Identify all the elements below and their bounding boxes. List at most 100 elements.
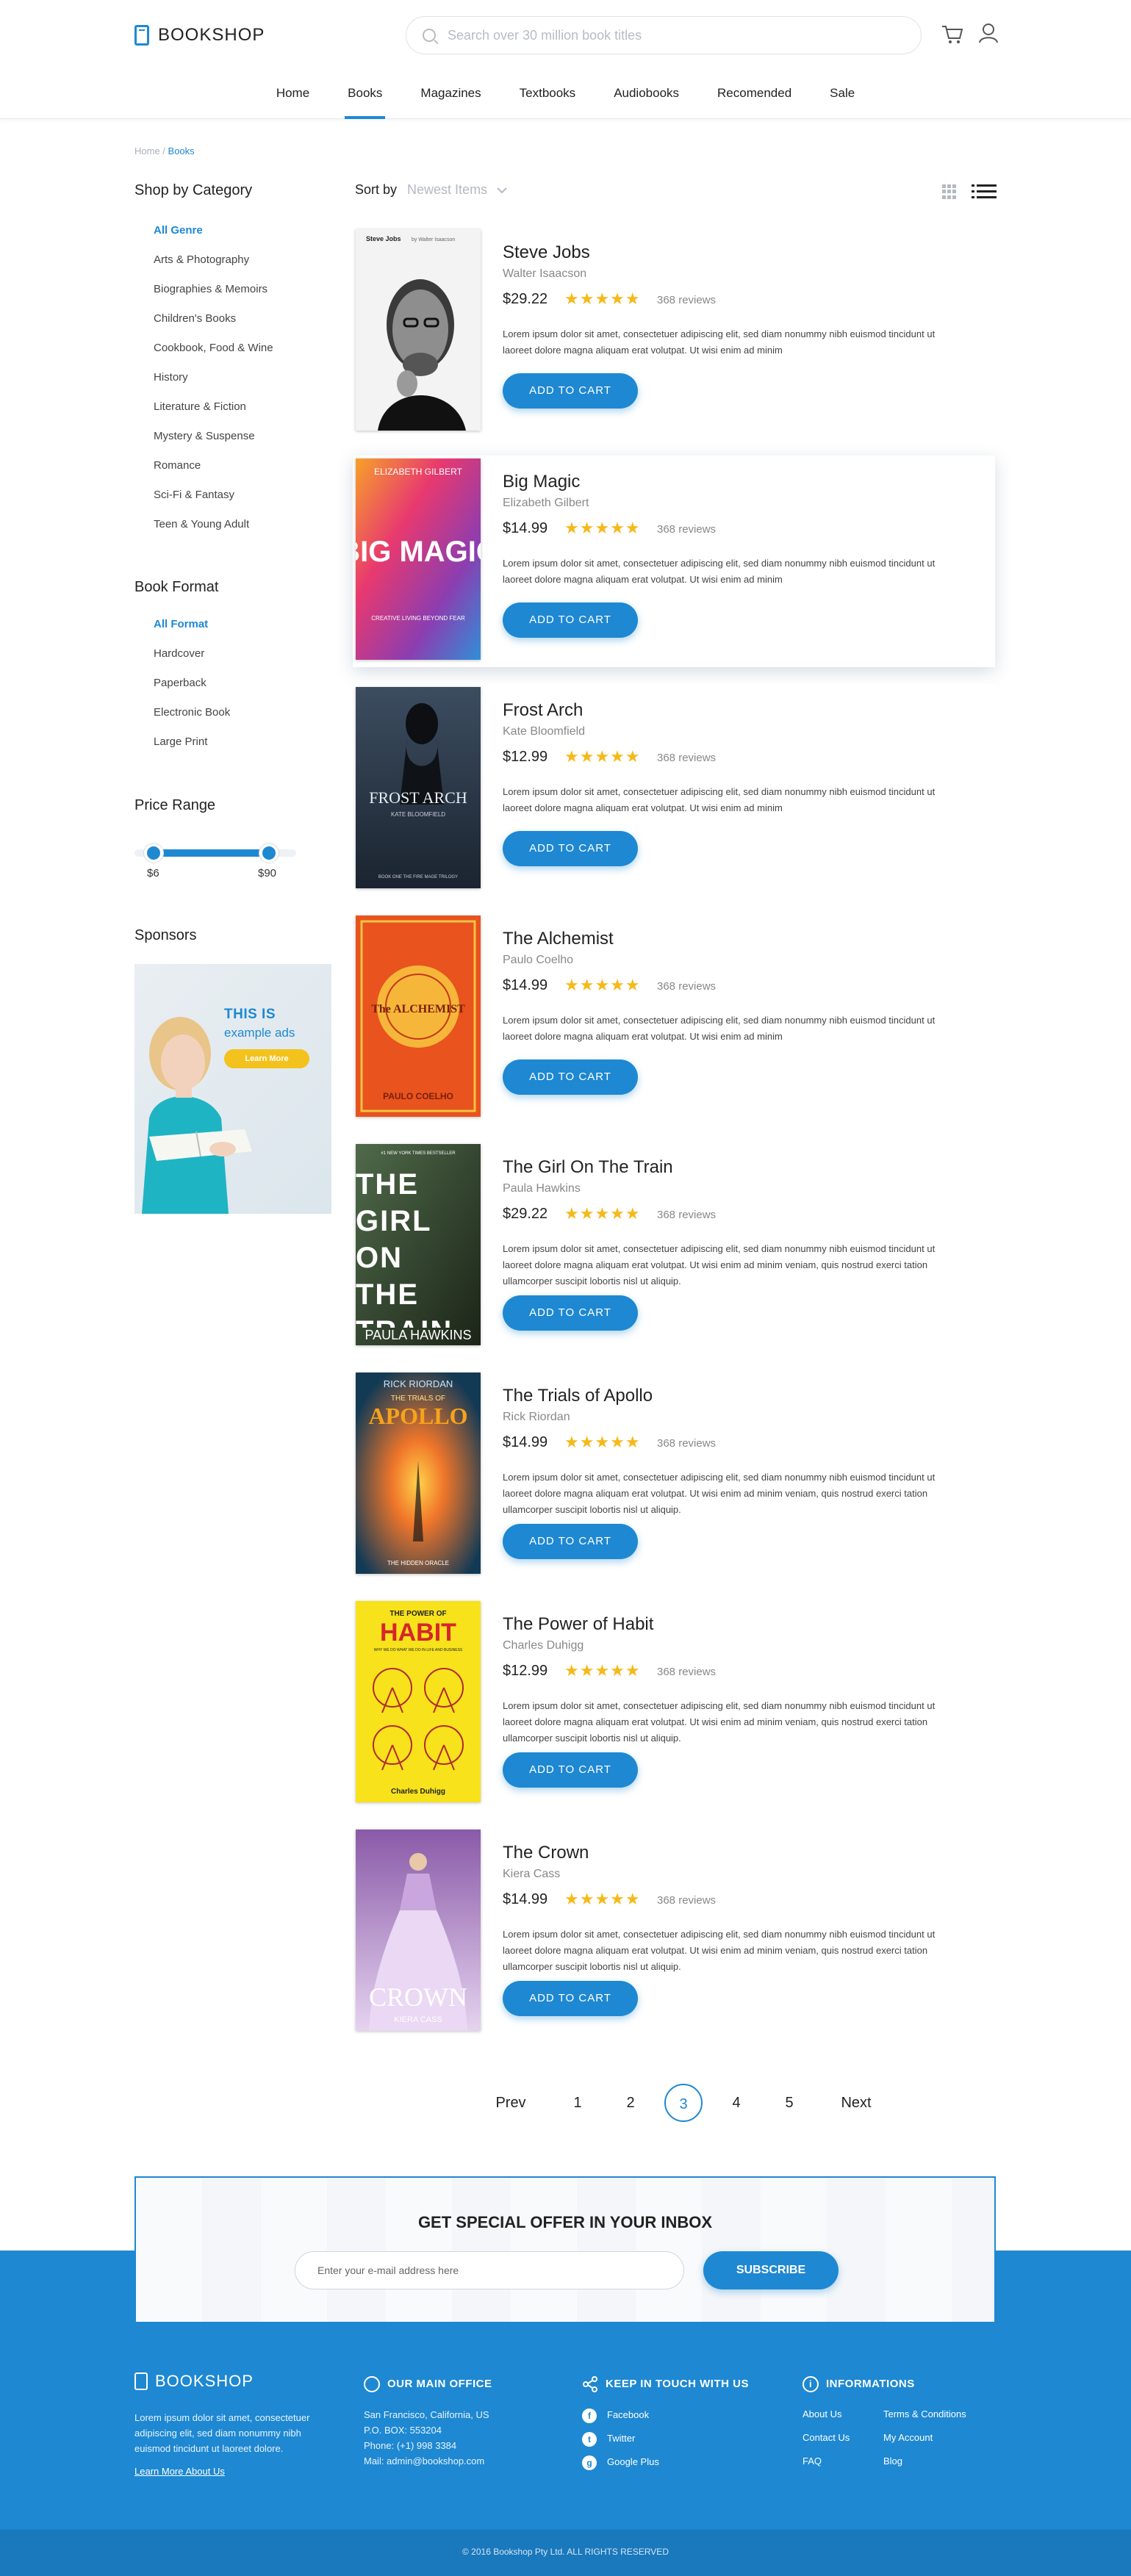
category-item[interactable]: Sci-Fi & Fantasy bbox=[134, 481, 318, 510]
format-item[interactable]: Hardcover bbox=[134, 639, 318, 669]
info-link[interactable]: Blog bbox=[883, 2456, 966, 2479]
nav-books[interactable]: Books bbox=[328, 71, 401, 119]
category-item[interactable]: All Genre bbox=[134, 216, 318, 245]
search-input[interactable] bbox=[448, 27, 888, 43]
review-count[interactable]: 368 reviews bbox=[657, 1894, 716, 1907]
category-item[interactable]: Biographies & Memoirs bbox=[134, 275, 318, 304]
book-author[interactable]: Rick Riordan bbox=[503, 1411, 570, 1424]
book-author[interactable]: Paulo Coelho bbox=[503, 954, 573, 967]
book-title[interactable]: The Alchemist bbox=[503, 929, 614, 949]
book-title[interactable]: The Crown bbox=[503, 1843, 589, 1863]
add-to-cart-button[interactable]: ADD TO CART bbox=[503, 1059, 638, 1095]
ad-learn-more-button[interactable]: Learn More bbox=[224, 1049, 309, 1068]
book-author[interactable]: Walter Isaacson bbox=[503, 267, 586, 281]
book-author[interactable]: Elizabeth Gilbert bbox=[503, 497, 589, 510]
review-count[interactable]: 368 reviews bbox=[657, 752, 716, 764]
review-count[interactable]: 368 reviews bbox=[657, 1209, 716, 1221]
category-item[interactable]: Romance bbox=[134, 451, 318, 481]
book-title[interactable]: Frost Arch bbox=[503, 700, 583, 721]
book-title[interactable]: Big Magic bbox=[503, 472, 580, 492]
book-cover-image[interactable]: The ALCHEMIST PAULO COELHO bbox=[356, 915, 481, 1117]
book-cover-image[interactable]: FROST ARCH KATE BLOOMFIELD BOOK ONE THE … bbox=[356, 687, 481, 888]
format-item[interactable]: Paperback bbox=[134, 669, 318, 698]
search-icon[interactable] bbox=[423, 29, 436, 42]
category-item[interactable]: Children's Books bbox=[134, 304, 318, 334]
format-item[interactable]: Large Print bbox=[134, 727, 318, 757]
slider-max-handle[interactable] bbox=[259, 843, 279, 863]
nav-recomended[interactable]: Recomended bbox=[698, 71, 811, 119]
book-title[interactable]: Steve Jobs bbox=[503, 242, 590, 263]
add-to-cart-button[interactable]: ADD TO CART bbox=[503, 1752, 638, 1788]
social-twitter[interactable]: t Twitter bbox=[582, 2431, 659, 2454]
book-author[interactable]: Kiera Cass bbox=[503, 1868, 560, 1881]
book-cover-image[interactable]: CROWN KIERA CASS bbox=[356, 1830, 481, 2031]
grid-view-icon[interactable] bbox=[942, 184, 957, 199]
info-link[interactable]: Contact Us bbox=[803, 2432, 850, 2456]
book-cover-image[interactable]: ELIZABETH GILBERT BIG MAGIC CREATIVE LIV… bbox=[356, 458, 481, 660]
review-count[interactable]: 368 reviews bbox=[657, 523, 716, 536]
breadcrumb: Home / Books bbox=[134, 145, 195, 156]
next-page-button[interactable]: Next bbox=[816, 2084, 897, 2122]
book-cover-image[interactable]: #1 NEW YORK TIMES BESTSELLER THE GIRL ON… bbox=[356, 1144, 481, 1345]
info-link[interactable]: About Us bbox=[803, 2408, 850, 2432]
nav-magazines[interactable]: Magazines bbox=[401, 71, 500, 119]
category-item[interactable]: History bbox=[134, 363, 318, 392]
format-item[interactable]: Electronic Book bbox=[134, 698, 318, 727]
format-item[interactable]: All Format bbox=[134, 610, 318, 639]
add-to-cart-button[interactable]: ADD TO CART bbox=[503, 1295, 638, 1331]
review-count[interactable]: 368 reviews bbox=[657, 294, 716, 306]
page-number[interactable]: 1 bbox=[551, 2084, 604, 2122]
add-to-cart-button[interactable]: ADD TO CART bbox=[503, 1981, 638, 2016]
category-item[interactable]: Teen & Young Adult bbox=[134, 510, 318, 539]
social-facebook[interactable]: f Facebook bbox=[582, 2407, 659, 2431]
book-author[interactable]: Kate Bloomfield bbox=[503, 725, 585, 738]
prev-page-button[interactable]: Prev bbox=[470, 2084, 551, 2122]
nav-audiobooks[interactable]: Audiobooks bbox=[595, 71, 698, 119]
footer-logo[interactable]: BOOKSHOP bbox=[134, 2372, 254, 2391]
page-number[interactable]: 4 bbox=[710, 2084, 763, 2122]
cart-icon[interactable] bbox=[941, 24, 964, 46]
book-cover-image[interactable]: RICK RIORDAN THE TRIALS OF APOLLO THE HI… bbox=[356, 1372, 481, 1574]
add-to-cart-button[interactable]: ADD TO CART bbox=[503, 831, 638, 866]
book-title[interactable]: The Power of Habit bbox=[503, 1614, 653, 1635]
page-number[interactable]: 2 bbox=[604, 2084, 657, 2122]
list-view-icon[interactable] bbox=[972, 184, 997, 200]
book-author[interactable]: Paula Hawkins bbox=[503, 1182, 581, 1195]
add-to-cart-button[interactable]: ADD TO CART bbox=[503, 602, 638, 638]
book-cover-image[interactable]: Steve Jobs by Walter Isaacson bbox=[356, 229, 481, 431]
search-bar[interactable] bbox=[406, 16, 922, 54]
user-icon[interactable] bbox=[977, 22, 999, 44]
add-to-cart-button[interactable]: ADD TO CART bbox=[503, 1524, 638, 1559]
learn-more-link[interactable]: Learn More About Us bbox=[134, 2466, 225, 2477]
book-title[interactable]: The Girl On The Train bbox=[503, 1157, 673, 1178]
nav-textbooks[interactable]: Textbooks bbox=[500, 71, 595, 119]
sort-select[interactable]: Newest Items bbox=[407, 182, 487, 198]
review-count[interactable]: 368 reviews bbox=[657, 980, 716, 993]
review-count[interactable]: 368 reviews bbox=[657, 1666, 716, 1678]
site-logo[interactable]: BOOKSHOP bbox=[134, 22, 265, 48]
slider-min-handle[interactable] bbox=[144, 843, 164, 863]
social-google-plus[interactable]: g Google Plus bbox=[582, 2454, 659, 2478]
nav-sale[interactable]: Sale bbox=[811, 71, 874, 119]
book-author[interactable]: Charles Duhigg bbox=[503, 1639, 584, 1652]
nav-home[interactable]: Home bbox=[257, 71, 328, 119]
current-page[interactable]: 3 bbox=[664, 2084, 703, 2122]
sponsor-ad[interactable]: THIS IS example ads Learn More bbox=[134, 964, 331, 1214]
info-link[interactable]: My Account bbox=[883, 2432, 966, 2456]
category-item[interactable]: Mystery & Suspense bbox=[134, 422, 318, 451]
add-to-cart-button[interactable]: ADD TO CART bbox=[503, 373, 638, 409]
category-item[interactable]: Cookbook, Food & Wine bbox=[134, 334, 318, 363]
breadcrumb-home[interactable]: Home bbox=[134, 145, 160, 156]
category-item[interactable]: Arts & Photography bbox=[134, 245, 318, 275]
chevron-down-icon[interactable] bbox=[496, 187, 508, 194]
newsletter-title: GET SPECIAL OFFER IN YOUR INBOX bbox=[417, 2213, 713, 2231]
book-cover-image[interactable]: THE POWER OF HABIT WHY WE DO WHAT WE DO … bbox=[356, 1601, 481, 1802]
review-count[interactable]: 368 reviews bbox=[657, 1437, 716, 1450]
book-title[interactable]: The Trials of Apollo bbox=[503, 1386, 653, 1406]
page-number[interactable]: 5 bbox=[763, 2084, 816, 2122]
info-link[interactable]: Terms & Conditions bbox=[883, 2408, 966, 2432]
subscribe-button[interactable]: SUBSCRIBE bbox=[703, 2251, 839, 2289]
info-link[interactable]: FAQ bbox=[803, 2456, 850, 2479]
category-item[interactable]: Literature & Fiction bbox=[134, 392, 318, 422]
email-field[interactable] bbox=[295, 2251, 684, 2289]
